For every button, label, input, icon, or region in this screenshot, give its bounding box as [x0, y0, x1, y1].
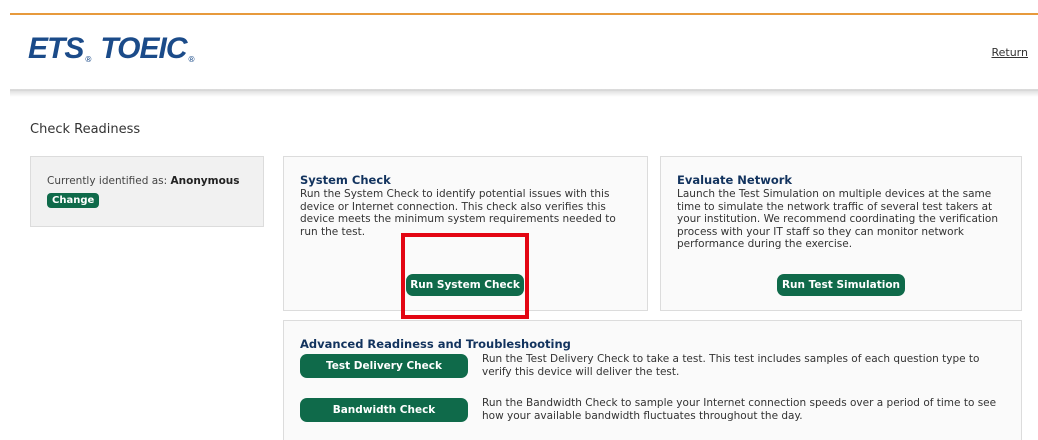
logo-ets-registered: ®: [84, 54, 93, 64]
bandwidth-row: Bandwidth Check Run the Bandwidth Check …: [300, 397, 1010, 427]
test-delivery-row: Test Delivery Check Run the Test Deliver…: [300, 353, 1010, 383]
logo-toeic-registered: ®: [187, 54, 196, 64]
identity-panel: Currently identified as: Anonymous Chang…: [30, 156, 264, 227]
system-check-card: System Check Run the System Check to ide…: [283, 156, 648, 311]
advanced-troubleshooting-panel: Advanced Readiness and Troubleshooting T…: [283, 320, 1022, 440]
run-test-simulation-button[interactable]: Run Test Simulation: [777, 274, 905, 296]
change-identity-button[interactable]: Change: [47, 193, 100, 208]
identity-name: Anonymous: [170, 175, 240, 187]
run-system-check-button[interactable]: Run System Check: [406, 274, 524, 296]
bandwidth-description: Run the Bandwidth Check to sample your I…: [482, 397, 997, 422]
evaluate-network-title: Evaluate Network: [677, 173, 793, 187]
identity-text: Currently identified as: Anonymous: [47, 175, 240, 187]
system-check-title: System Check: [300, 173, 391, 187]
test-delivery-description: Run the Test Delivery Check to take a te…: [482, 353, 980, 378]
page-title: Check Readiness: [30, 122, 141, 137]
return-link[interactable]: Return: [991, 46, 1028, 59]
test-delivery-check-button[interactable]: Test Delivery Check: [300, 354, 468, 378]
advanced-title: Advanced Readiness and Troubleshooting: [300, 337, 571, 351]
evaluate-network-card: Evaluate Network Launch the Test Simulat…: [660, 156, 1022, 311]
evaluate-network-description: Launch the Test Simulation on multiple d…: [677, 188, 998, 250]
system-check-description: Run the System Check to identify potenti…: [300, 188, 616, 238]
logo-ets-text: ETS: [28, 32, 84, 65]
ets-toeic-logo: ETS ® TOEIC ®: [28, 27, 196, 71]
logo-toeic-text: TOEIC: [100, 32, 187, 65]
identity-prefix: Currently identified as:: [47, 175, 168, 187]
header-shadow: [10, 89, 1038, 97]
bandwidth-check-button[interactable]: Bandwidth Check: [300, 398, 468, 422]
